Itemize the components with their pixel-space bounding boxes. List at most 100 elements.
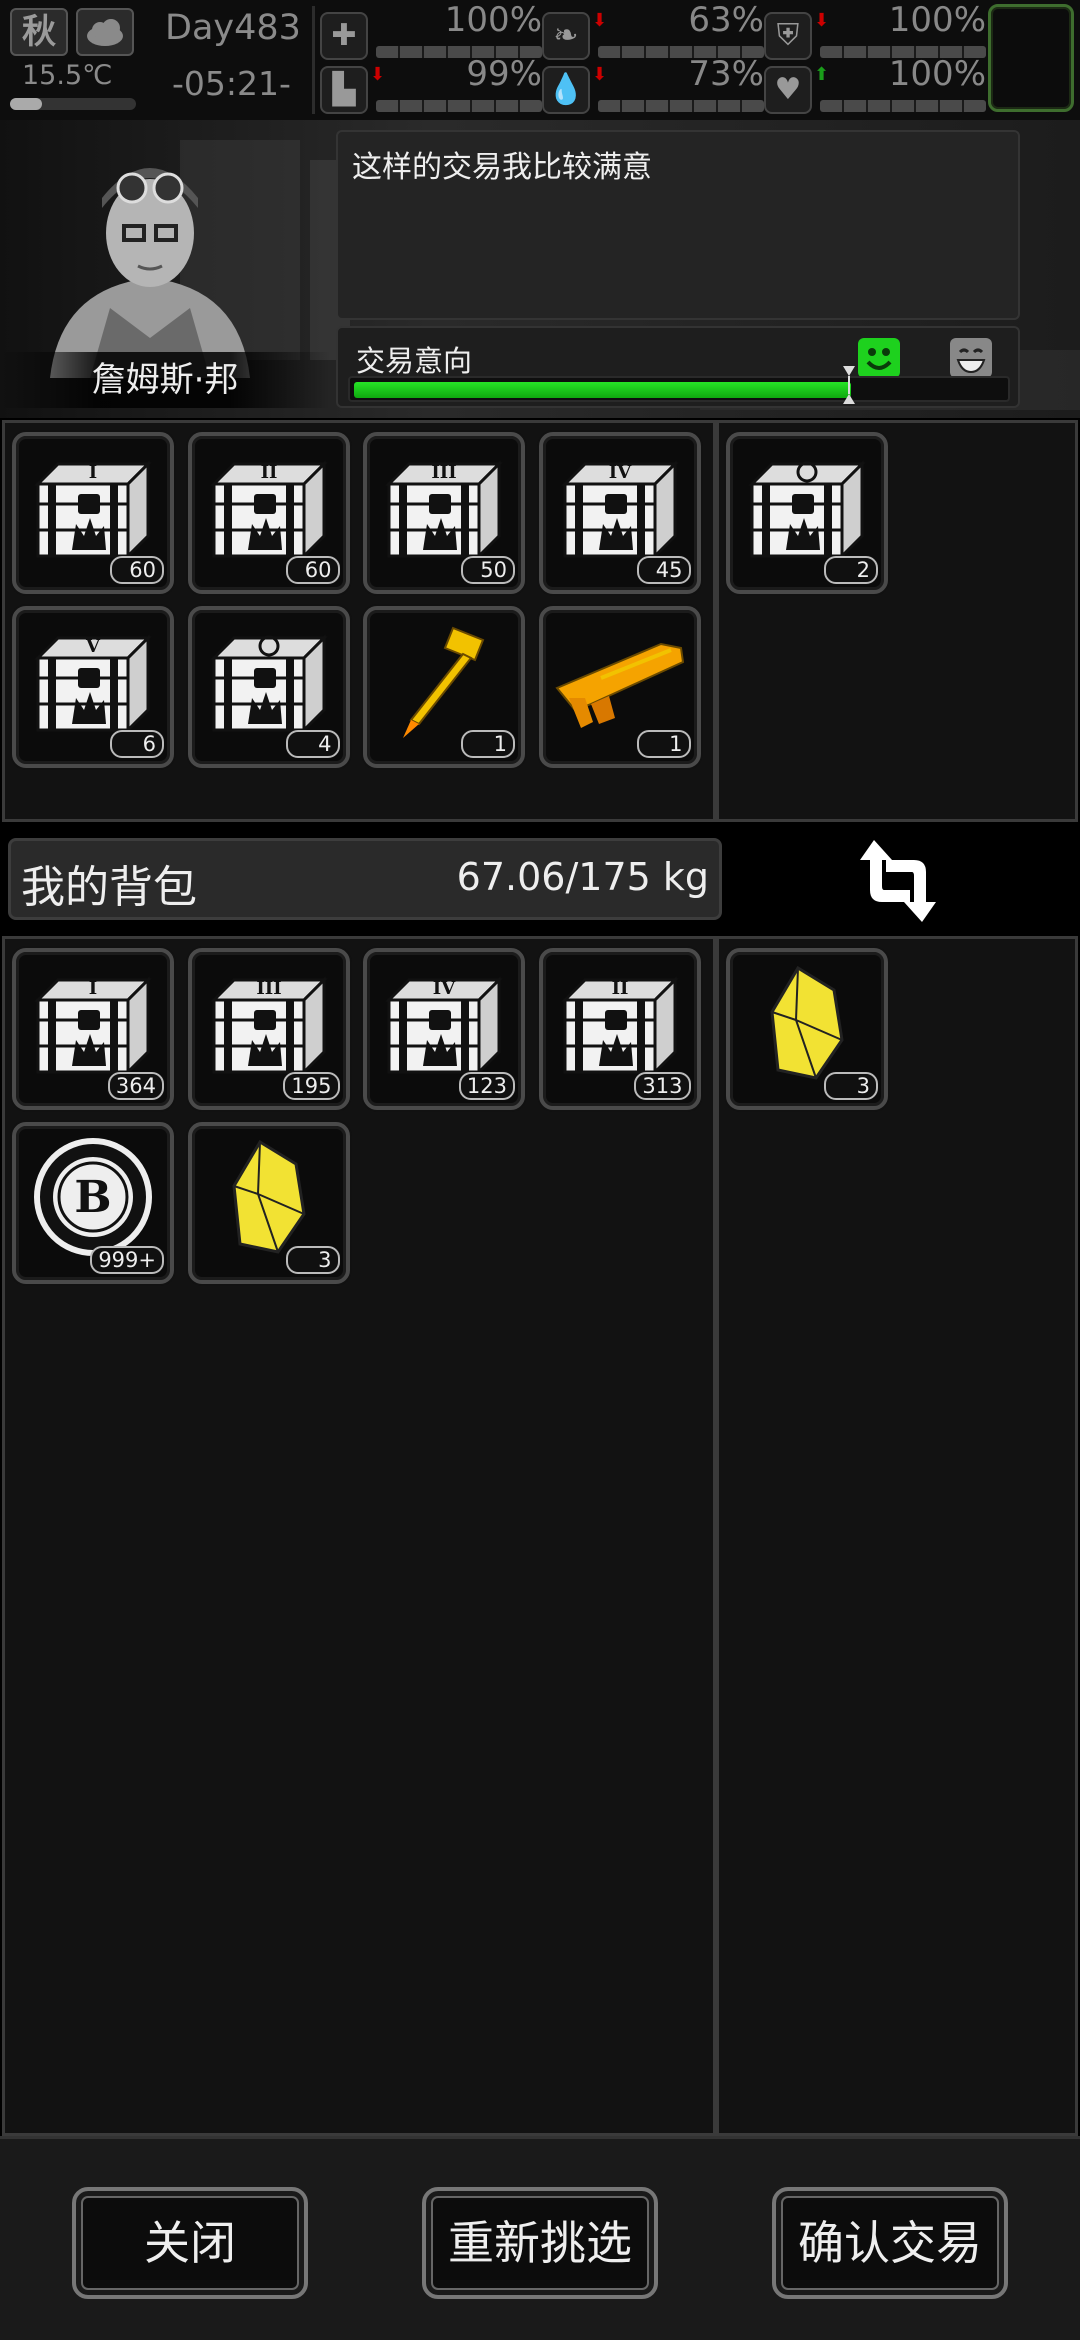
svg-text:I: I: [89, 978, 97, 999]
my-item-slot[interactable]: IV 123: [363, 948, 525, 1110]
item-count: 4: [285, 730, 340, 758]
my-item-slot[interactable]: III 195: [187, 948, 350, 1110]
stat-stamina-bar: [376, 100, 542, 112]
item-count: 50: [461, 556, 515, 584]
trader-item-slot[interactable]: 1: [363, 606, 525, 768]
svg-text:B: B: [74, 1172, 111, 1223]
stat-thirst-bar: [598, 100, 764, 112]
arrow-up-icon: ⬆: [814, 64, 830, 85]
stat-mood: ♥ ⬆ 100%: [764, 54, 986, 114]
svg-text:V: V: [85, 636, 101, 657]
stat-health: ✚ 100%: [320, 0, 542, 60]
crystal-icon: [738, 960, 876, 1086]
item-count: 195: [283, 1072, 340, 1100]
crate-icon: V: [24, 618, 162, 744]
stat-hunger-value: 63%: [688, 0, 764, 40]
arrow-down-icon: ⬇: [592, 64, 608, 85]
trade-intent-bar: [348, 376, 1010, 402]
backpack-title: 我的背包: [21, 862, 197, 913]
svg-text:I: I: [89, 462, 97, 483]
my-offer-panel: [716, 936, 1078, 2136]
trader-header: 詹姆斯·邦 这样的交易我比较满意 交易意向: [0, 120, 1080, 418]
stat-defense: ⛨ ⬇ 100%: [764, 0, 986, 60]
crate-icon: I: [24, 444, 162, 570]
action-bar: 关闭 重新挑选 确认交易: [0, 2136, 1080, 2340]
trader-portrait: [50, 168, 250, 378]
trade-intent-panel: 交易意向: [336, 326, 1020, 408]
trade-intent-label: 交易意向: [356, 344, 473, 378]
item-count: 1: [636, 730, 691, 758]
svg-text:IV: IV: [433, 978, 456, 999]
stat-health-value: 100%: [444, 0, 542, 40]
heart-icon: ♥: [764, 66, 812, 114]
happy-face-icon: [858, 338, 900, 378]
stat-mood-bar: [820, 100, 986, 112]
my-item-slot[interactable]: I 364: [12, 948, 174, 1110]
status-bar: 秋 15.5℃ Day483 -05:21- ✚ 100% ❧ ⬇ 63% ⛨ …: [0, 0, 1080, 120]
weather-icon: [76, 8, 134, 56]
temperature-value: 15.5℃: [22, 60, 113, 91]
stat-hunger: ❧ ⬇ 63%: [542, 0, 764, 60]
trader-item-slot[interactable]: III 50: [363, 432, 525, 594]
trade-intent-marker: [843, 366, 856, 404]
trader-item-slot[interactable]: 4: [187, 606, 350, 768]
svg-text:IV: IV: [608, 462, 631, 483]
trader-item-slot[interactable]: I 60: [12, 432, 174, 594]
season-badge: 秋: [10, 8, 68, 56]
item-count: 1: [461, 730, 515, 758]
item-count: 3: [824, 1072, 878, 1100]
svg-text:II: II: [260, 462, 277, 483]
item-count: 2: [824, 556, 878, 584]
item-count: 60: [285, 556, 340, 584]
crate-icon: II: [551, 960, 689, 1086]
crate-icon: II: [200, 444, 338, 570]
crate-special-icon: [738, 444, 876, 570]
stat-stamina: ▙ ⬇ 99%: [320, 54, 542, 114]
trade-intent-fill: [354, 382, 852, 398]
stat-mood-value: 100%: [888, 54, 986, 94]
reselect-button[interactable]: 重新挑选: [422, 2187, 658, 2299]
svg-text:III: III: [431, 462, 456, 483]
trader-item-slot[interactable]: 1: [538, 606, 701, 768]
confirm-trade-button[interactable]: 确认交易: [772, 2187, 1008, 2299]
item-count: 123: [458, 1072, 515, 1100]
close-button[interactable]: 关闭: [72, 2187, 308, 2299]
my-item-slot[interactable]: II 313: [538, 948, 701, 1110]
gun-icon: [551, 618, 689, 744]
boot-icon: ▙: [320, 66, 368, 114]
item-count: 45: [636, 556, 691, 584]
trader-item-slot[interactable]: IV 45: [538, 432, 701, 594]
crate-icon: III: [200, 960, 338, 1086]
coin-icon: B: [24, 1134, 162, 1260]
crate-icon: IV: [375, 960, 513, 1086]
item-count: 6: [110, 730, 164, 758]
trader-item-slot[interactable]: V6: [12, 606, 174, 768]
stat-stamina-value: 99%: [466, 54, 542, 94]
backpack-weight: 67.06/175 kg: [456, 855, 709, 899]
item-count: 313: [634, 1072, 691, 1100]
trader-message: 这样的交易我比较满意: [352, 150, 652, 185]
my-item-slot[interactable]: B 999+: [12, 1122, 174, 1284]
medkit-icon: ✚: [320, 12, 368, 60]
my-item-slot[interactable]: 3: [187, 1122, 350, 1284]
lock-icon: ⛨: [764, 12, 812, 60]
trader-item-slot[interactable]: II 60: [187, 432, 350, 594]
crate-icon: III: [375, 444, 513, 570]
game-clock: -05:21-: [172, 64, 291, 103]
stomach-icon: ❧: [542, 12, 590, 60]
item-count: 999+: [90, 1246, 164, 1274]
crystal-icon: [200, 1134, 338, 1260]
svg-text:III: III: [256, 978, 281, 999]
trader-name: 詹姆斯·邦: [0, 352, 330, 408]
equipment-slot[interactable]: [988, 4, 1074, 112]
swap-icon[interactable]: [852, 832, 944, 930]
my-offer-item-slot[interactable]: 3: [726, 948, 888, 1110]
water-drop-icon: 💧: [542, 66, 590, 114]
backpack-header: 我的背包 67.06/175 kg: [8, 838, 722, 920]
crate-special-icon: [200, 618, 338, 744]
arrow-down-icon: ⬇: [592, 10, 608, 31]
trader-offer-item-slot[interactable]: 2: [726, 432, 888, 594]
hammer-icon: [375, 618, 513, 744]
trader-dialog: 这样的交易我比较满意: [336, 130, 1020, 320]
svg-text:II: II: [611, 978, 628, 999]
